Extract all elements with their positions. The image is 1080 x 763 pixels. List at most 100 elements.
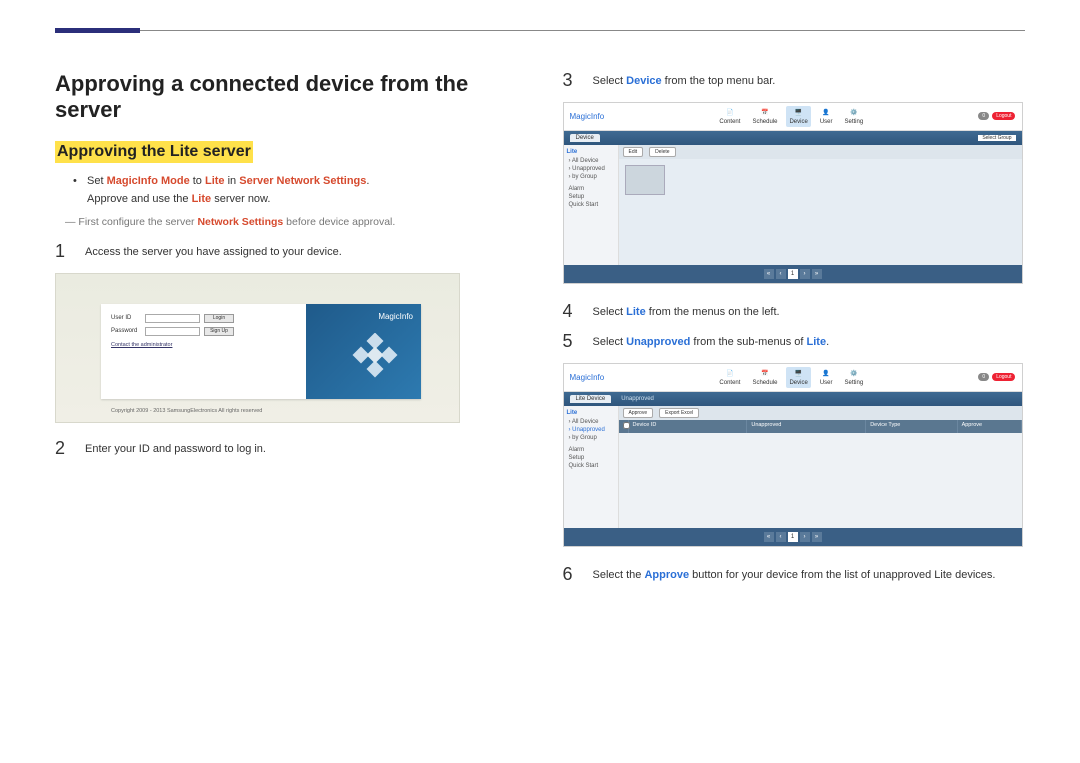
approve-button[interactable]: Approve — [623, 408, 654, 418]
tab-device[interactable]: 🖥️Device — [786, 106, 810, 127]
step-text: Select Unapproved from the sub-menus of … — [593, 332, 830, 351]
pager-1[interactable]: 1 — [788, 269, 798, 279]
step-number: 6 — [563, 565, 579, 584]
main-panel: Edit Delete — [619, 145, 1022, 265]
sidebar-item-unapproved[interactable]: › Unapproved — [567, 166, 615, 172]
table-header: Device ID Unapproved Device Type Approve — [619, 420, 1022, 433]
two-column-layout: Approving a connected device from the se… — [55, 71, 1025, 595]
sidebar-item-setup[interactable]: Setup — [567, 455, 615, 461]
pager-next[interactable]: › — [800, 532, 810, 542]
top-menu: 📄Content 📅Schedule 🖥️Device 👤User ⚙️Sett… — [716, 367, 866, 388]
step-number: 1 — [55, 242, 71, 261]
subtab-device[interactable]: Device — [570, 134, 600, 142]
tab-setting[interactable]: ⚙️Setting — [841, 106, 866, 127]
header-right: 0 Logout — [978, 112, 1015, 120]
pager-first[interactable]: « — [764, 532, 774, 542]
sidebar-item-alarm[interactable]: Alarm — [567, 447, 615, 453]
sidebar-item-group[interactable]: › by Group — [567, 435, 615, 441]
content-icon: 📄 — [724, 108, 736, 118]
step-6: 6 Select the Approve button for your dev… — [563, 565, 1026, 584]
kw-lite-3: Lite — [807, 336, 827, 348]
sidebar-item-unapproved[interactable]: › Unapproved — [567, 427, 615, 433]
page-title: Approving a connected device from the se… — [55, 71, 518, 123]
step-text: Select the Approve button for your devic… — [593, 565, 996, 584]
sidebar-item-alarm[interactable]: Alarm — [567, 186, 615, 192]
tab-schedule[interactable]: 📅Schedule — [749, 367, 780, 388]
login-copyright: Copyright 2009 - 2013 SamsungElectronics… — [111, 408, 262, 414]
edit-button[interactable]: Edit — [623, 147, 644, 157]
step-1: 1 Access the server you have assigned to… — [55, 242, 518, 261]
device-thumbnail[interactable] — [625, 165, 665, 195]
password-field[interactable] — [145, 327, 200, 336]
sidebar-item-all[interactable]: › All Device — [567, 158, 615, 164]
sidebar-item-group[interactable]: › by Group — [567, 174, 615, 180]
sidebar-lite[interactable]: Lite — [567, 410, 615, 416]
gear-icon: ⚙️ — [848, 108, 860, 118]
pager-prev[interactable]: ‹ — [776, 532, 786, 542]
step-4: 4 Select Lite from the menus on the left… — [563, 302, 1026, 321]
step-2: 2 Enter your ID and password to log in. — [55, 439, 518, 458]
subtab-lite-device[interactable]: Lite Device — [570, 395, 612, 403]
user-id-label: User ID — [111, 315, 141, 321]
tab-user[interactable]: 👤User — [817, 106, 836, 127]
step-text: Access the server you have assigned to y… — [85, 242, 342, 261]
app-body: Lite › All Device › Unapproved › by Grou… — [564, 406, 1022, 528]
user-icon: 👤 — [820, 369, 832, 379]
logout-pill[interactable]: Logout — [992, 112, 1015, 120]
pager-next[interactable]: › — [800, 269, 810, 279]
kw-lite-2: Lite — [192, 193, 212, 205]
sidebar-item-all[interactable]: › All Device — [567, 419, 615, 425]
content-icon: 📄 — [724, 369, 736, 379]
header-right: 0 Logout — [978, 373, 1015, 381]
app-header: MagicInfo 📄Content 📅Schedule 🖥️Device 👤U… — [564, 103, 1022, 131]
accent-bar — [55, 28, 140, 33]
tab-user[interactable]: 👤User — [817, 367, 836, 388]
main-panel: Approve Export Excel Device ID Unapprove… — [619, 406, 1022, 528]
user-id-field[interactable] — [145, 314, 200, 323]
contact-admin-link[interactable]: Contact the administrator — [111, 342, 296, 348]
step-number: 4 — [563, 302, 579, 321]
brand-text: MagicInfo — [378, 312, 413, 321]
footnote: ― First configure the server Network Set… — [65, 216, 518, 228]
bullet-dot: • — [73, 173, 87, 208]
screenshot-login: User ID Login Password Sign Up Contact t… — [55, 273, 460, 423]
tab-content[interactable]: 📄Content — [716, 106, 743, 127]
tab-setting[interactable]: ⚙️Setting — [841, 367, 866, 388]
sidebar-item-quick[interactable]: Quick Start — [567, 202, 615, 208]
app-footer: « ‹ 1 › » — [564, 528, 1022, 546]
kw-device: Device — [626, 75, 661, 87]
app-body: Lite › All Device › Unapproved › by Grou… — [564, 145, 1022, 265]
pager-1[interactable]: 1 — [788, 532, 798, 542]
pager-last[interactable]: » — [812, 532, 822, 542]
tab-schedule[interactable]: 📅Schedule — [749, 106, 780, 127]
login-button[interactable]: Login — [204, 314, 234, 323]
signup-button[interactable]: Sign Up — [204, 327, 234, 336]
col-unapproved: Unapproved — [747, 420, 866, 433]
tab-device[interactable]: 🖥️Device — [786, 367, 810, 388]
kw-lite: Lite — [626, 306, 646, 318]
password-label: Password — [111, 328, 141, 334]
login-form: User ID Login Password Sign Up Contact t… — [101, 304, 306, 399]
document-page: Approving a connected device from the se… — [0, 0, 1080, 615]
pager-prev[interactable]: ‹ — [776, 269, 786, 279]
sidebar-item-quick[interactable]: Quick Start — [567, 463, 615, 469]
tab-content[interactable]: 📄Content — [716, 367, 743, 388]
user-icon: 👤 — [820, 108, 832, 118]
export-button[interactable]: Export Excel — [659, 408, 699, 418]
logout-pill[interactable]: Logout — [992, 373, 1015, 381]
subtab-unapproved[interactable]: Unapproved — [615, 395, 660, 403]
delete-button[interactable]: Delete — [649, 147, 675, 157]
kw-network-settings: Network Settings — [197, 216, 283, 228]
step-3: 3 Select Device from the top menu bar. — [563, 71, 1026, 90]
pager-last[interactable]: » — [812, 269, 822, 279]
login-brand-panel: MagicInfo — [306, 304, 421, 399]
app-footer: « ‹ 1 › » — [564, 265, 1022, 283]
status-pill: 0 — [978, 112, 989, 120]
sidebar-lite[interactable]: Lite — [567, 149, 615, 155]
top-menu: 📄Content 📅Schedule 🖥️Device 👤User ⚙️Sett… — [716, 106, 866, 127]
sidebar-item-setup[interactable]: Setup — [567, 194, 615, 200]
login-card: User ID Login Password Sign Up Contact t… — [101, 304, 421, 399]
sub-header: Device Select Group — [564, 131, 1022, 145]
pager-first[interactable]: « — [764, 269, 774, 279]
group-dropdown[interactable]: Select Group — [978, 135, 1015, 141]
